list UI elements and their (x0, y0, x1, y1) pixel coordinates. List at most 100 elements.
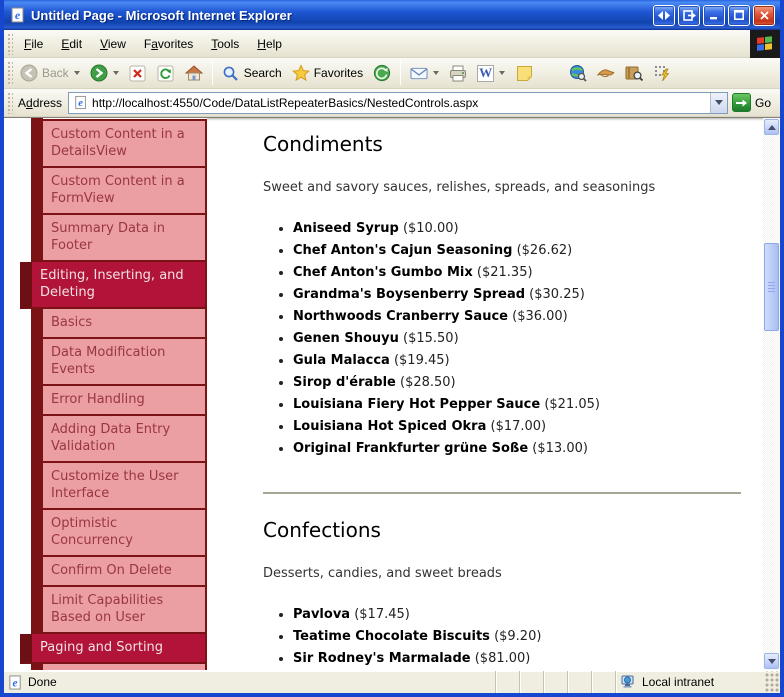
minimize-button[interactable] (703, 4, 725, 26)
security-zone-pane: Local intranet (615, 671, 765, 693)
product-price: ($19.45) (393, 353, 450, 368)
status-bar: e Done Local intranet (4, 670, 780, 693)
menu-bar: File Edit View Favorites Tools Help (4, 29, 780, 58)
close-button[interactable] (753, 4, 775, 26)
product-price: ($81.00) (474, 651, 531, 666)
window-resize-grip[interactable] (765, 671, 780, 693)
book-search-button[interactable] (620, 61, 648, 85)
script-debug-button[interactable] (648, 61, 676, 85)
sidebar-item-custom-content-detailsview[interactable]: Custom Content in a DetailsView (43, 119, 207, 168)
product-price: ($17.45) (354, 607, 410, 622)
mail-button[interactable] (405, 61, 444, 85)
sidebar-item-confirm-on-delete[interactable]: Confirm On Delete (43, 557, 207, 587)
address-input[interactable]: http://localhost:4550/Code/DataListRepea… (90, 96, 710, 110)
edit-with-word-button[interactable]: W (472, 62, 510, 85)
product-name: Aniseed Syrup (293, 221, 399, 236)
forward-button[interactable] (85, 61, 124, 85)
product-item: Louisiana Fiery Hot Pepper Sauce ($21.05… (293, 397, 741, 412)
sidebar-item-simple-paging-sorting[interactable]: Simple Paging & Sorting Examples (43, 664, 207, 670)
product-name: Louisiana Fiery Hot Pepper Sauce (293, 397, 541, 412)
go-button[interactable]: Go (728, 91, 777, 114)
product-name: Teatime Chocolate Biscuits (293, 629, 490, 644)
pan-left-right-button[interactable] (653, 4, 675, 26)
stop-icon (129, 64, 147, 82)
search-icon (222, 64, 240, 82)
research-button[interactable] (592, 61, 620, 85)
scrollbar-thumb[interactable] (764, 243, 779, 331)
globe-search-button[interactable] (564, 61, 592, 85)
scroll-down-button[interactable] (764, 653, 779, 669)
product-item: Original Frankfurter grüne Soße ($13.00) (293, 441, 741, 456)
product-price: ($26.62) (516, 243, 573, 258)
forward-dropdown-icon[interactable] (112, 71, 119, 75)
sidebar-item-custom-content-formview[interactable]: Custom Content in a FormView (43, 168, 207, 215)
standard-toolbar: Back Search Favorites W (4, 58, 780, 89)
book-search-icon (625, 64, 644, 82)
sidebar-item-data-modification-events[interactable]: Data Modification Events (43, 339, 207, 386)
product-list-confections: Pavlova ($17.45) Teatime Chocolate Biscu… (263, 607, 741, 670)
window-title: Untitled Page - Microsoft Internet Explo… (31, 7, 292, 23)
category-title-condiments: Condiments (263, 132, 383, 156)
menu-favorites[interactable]: Favorites (135, 33, 202, 55)
sidebar-item-error-handling[interactable]: Error Handling (43, 386, 207, 416)
history-button[interactable] (368, 61, 396, 85)
ie-page-icon: e (72, 94, 90, 112)
favorites-star-icon (291, 64, 310, 82)
svg-text:e: e (78, 98, 83, 109)
address-bar: Address e http://localhost:4550/Code/Dat… (4, 89, 780, 117)
address-dropdown-button[interactable] (709, 92, 727, 113)
sidebar-item-limit-capabilities[interactable]: Limit Capabilities Based on User (43, 587, 207, 634)
messenger-note-button[interactable] (510, 61, 538, 85)
address-combo[interactable]: e http://localhost:4550/Code/DataListRep… (68, 91, 728, 114)
product-item: Gula Malacca ($19.45) (293, 353, 741, 368)
pop-out-button[interactable] (678, 4, 700, 26)
stop-button[interactable] (124, 61, 152, 85)
toolbar-grip[interactable] (6, 60, 13, 86)
back-label: Back (42, 66, 69, 80)
favorites-button[interactable]: Favorites (287, 61, 368, 85)
local-intranet-icon (621, 675, 634, 688)
menu-tools[interactable]: Tools (202, 33, 248, 55)
status-pane (567, 671, 591, 693)
section-divider (263, 492, 741, 494)
address-label: Address (18, 95, 63, 110)
sidebar-item-basics[interactable]: Basics (43, 309, 207, 339)
menu-view[interactable]: View (91, 33, 135, 55)
back-button[interactable]: Back (15, 61, 85, 85)
search-button[interactable]: Search (217, 61, 287, 85)
menu-help[interactable]: Help (248, 33, 291, 55)
lessons-menu: Custom Content in a DetailsView Custom C… (4, 118, 207, 670)
menu-file[interactable]: File (15, 33, 52, 55)
maximize-button[interactable] (728, 4, 750, 26)
status-pane (591, 671, 615, 693)
edit-dropdown-icon[interactable] (499, 71, 506, 75)
sidebar-item-adding-data-entry-validation[interactable]: Adding Data Entry Validation (43, 416, 207, 463)
product-name: Chef Anton's Cajun Seasoning (293, 243, 513, 258)
sidebar-item-paging-and-sorting[interactable]: Paging and Sorting (20, 634, 207, 664)
vertical-scrollbar[interactable] (763, 118, 780, 670)
product-item: Sirop d'érable ($28.50) (293, 375, 741, 390)
browser-window: e Untitled Page - Microsoft Internet Exp… (0, 0, 784, 697)
sidebar-item-summary-data-footer[interactable]: Summary Data in Footer (43, 215, 207, 262)
print-button[interactable] (444, 61, 472, 85)
product-item: Pavlova ($17.45) (293, 607, 741, 622)
favorites-label: Favorites (313, 66, 364, 80)
windows-logo-throbber (750, 29, 780, 58)
menu-bar-grip[interactable] (6, 32, 13, 55)
home-icon (184, 64, 203, 82)
product-name: Pavlova (293, 607, 351, 622)
sidebar-item-editing-inserting-deleting[interactable]: Editing, Inserting, and Deleting (20, 262, 207, 309)
sidebar-item-optimistic-concurrency[interactable]: Optimistic Concurrency (43, 510, 207, 557)
product-name: Genen Shouyu (293, 331, 399, 346)
mail-dropdown-icon[interactable] (433, 71, 440, 75)
lessons-sidebar: Custom Content in a DetailsView Custom C… (4, 118, 207, 670)
forward-icon (90, 64, 108, 82)
back-dropdown-icon[interactable] (73, 71, 80, 75)
category-description: Sweet and savory sauces, relishes, sprea… (263, 180, 656, 195)
address-bar-grip[interactable] (6, 91, 13, 114)
sidebar-item-customize-user-interface[interactable]: Customize the User Interface (43, 463, 207, 510)
refresh-button[interactable] (152, 61, 180, 85)
scroll-up-button[interactable] (764, 119, 779, 135)
home-button[interactable] (180, 61, 208, 85)
menu-edit[interactable]: Edit (52, 33, 91, 55)
